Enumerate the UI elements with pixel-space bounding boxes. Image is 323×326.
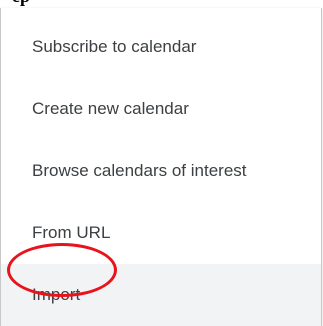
menu-item-subscribe-to-calendar[interactable]: Subscribe to calendar (1, 16, 321, 78)
menu-item-from-url[interactable]: From URL (1, 202, 321, 264)
menu-item-browse-calendars-of-interest[interactable]: Browse calendars of interest (1, 140, 321, 202)
add-calendar-menu: Subscribe to calendar Create new calenda… (0, 8, 322, 326)
menu-item-create-new-calendar[interactable]: Create new calendar (1, 78, 321, 140)
partial-heading: ep (12, 0, 30, 6)
menu-item-import[interactable]: Import (1, 264, 321, 326)
